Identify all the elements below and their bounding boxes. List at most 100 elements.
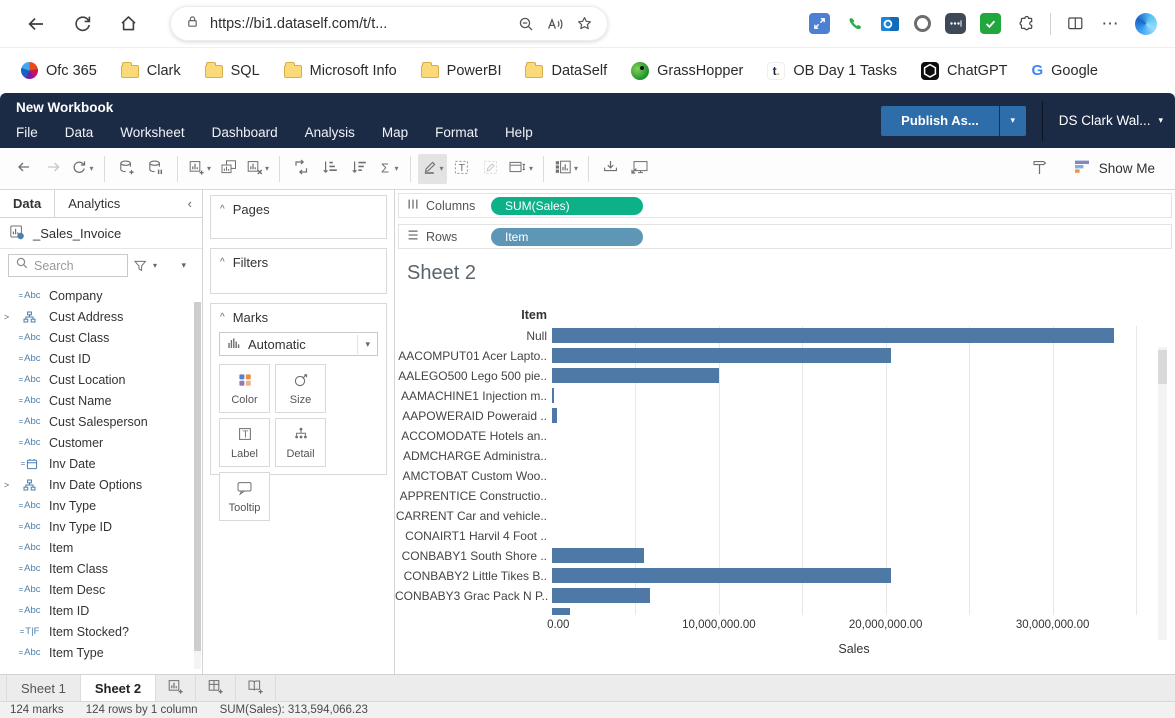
field-item-stocked[interactable]: =T|FItem Stocked? <box>0 621 202 642</box>
publish-as-label[interactable]: Publish As... <box>881 106 999 136</box>
menu-dashboard[interactable]: Dashboard <box>212 125 278 140</box>
fields-menu-icon[interactable]: ▾ <box>181 260 194 271</box>
field-item-class[interactable]: =AbcItem Class <box>0 558 202 579</box>
toolbar-show-hide-cards-button[interactable]: ▾ <box>551 154 581 184</box>
bar-partial[interactable] <box>552 608 570 615</box>
pages-shelf[interactable]: ^Pages <box>210 195 387 239</box>
search-box[interactable] <box>8 254 128 277</box>
row-label-aacomput01[interactable]: AACOMPUT01 Acer Lapto.. <box>395 346 550 366</box>
field-cust-class[interactable]: =AbcCust Class <box>0 327 202 348</box>
toolbar-sort-ascending-button[interactable] <box>316 154 345 184</box>
menu-analysis[interactable]: Analysis <box>305 125 355 140</box>
bookmark-chatgpt[interactable]: ChatGPT <box>912 58 1016 84</box>
bar[interactable] <box>552 588 650 603</box>
toolbar-presentation-mode-button[interactable] <box>625 154 654 184</box>
split-screen-icon[interactable] <box>1065 13 1086 34</box>
bookmark-grasshopper[interactable]: GrassHopper <box>622 58 752 84</box>
datasource-item[interactable]: _Sales_Invoice <box>0 218 202 249</box>
bookmark-dataself[interactable]: DataSelf <box>516 59 616 83</box>
outlook-icon[interactable] <box>879 13 900 34</box>
row-label-conbaby3[interactable]: CONBABY3 Grac Pack N P.. <box>395 586 550 606</box>
more-options-icon[interactable]: ⋯ <box>1100 13 1121 34</box>
collapse-icon[interactable]: ^ <box>220 312 225 323</box>
pill-sum-sales[interactable]: SUM(Sales) <box>491 197 643 215</box>
marks-label-button[interactable]: TLabel <box>219 418 270 467</box>
row-label-conbaby1[interactable]: CONBABY1 South Shore .. <box>395 546 550 566</box>
field-cust-location[interactable]: =AbcCust Location <box>0 369 202 390</box>
bookmark-clark[interactable]: Clark <box>112 59 190 83</box>
publish-dropdown-icon[interactable]: ▾ <box>999 106 1026 136</box>
tab-data[interactable]: Data <box>0 190 55 217</box>
toolbar-download-button[interactable] <box>596 154 625 184</box>
marks-detail-button[interactable]: Detail <box>275 418 326 467</box>
marks-color-button[interactable]: Color <box>219 364 270 413</box>
toolbar-redo-button[interactable] <box>39 154 68 184</box>
home-button[interactable] <box>110 7 146 41</box>
toolbar-new-worksheet-button[interactable]: ▾ <box>185 154 214 184</box>
bookmark-ofc-365[interactable]: Ofc 365 <box>12 58 106 83</box>
new-worksheet-tab-button[interactable] <box>156 675 196 701</box>
bar[interactable] <box>552 348 891 363</box>
filters-shelf[interactable]: ^Filters <box>210 248 387 294</box>
bar[interactable] <box>552 568 891 583</box>
new-dashboard-button[interactable] <box>196 675 236 701</box>
extensions-puzzle-icon[interactable] <box>1015 13 1036 34</box>
expand-icon[interactable]: > <box>0 480 13 490</box>
field-cust-name[interactable]: =AbcCust Name <box>0 390 202 411</box>
filter-fields-icon[interactable] <box>133 259 148 273</box>
field-cust-id[interactable]: =AbcCust ID <box>0 348 202 369</box>
zoom-out-icon[interactable] <box>518 16 534 32</box>
toolbar-show-mark-labels-button[interactable]: T <box>447 154 476 184</box>
row-label-apprentice[interactable]: APPRENTICE Constructio.. <box>395 486 550 506</box>
row-label-conairt1[interactable]: CONAIRT1 Harvil 4 Foot .. <box>395 526 550 546</box>
rows-shelf[interactable]: Rows Item <box>398 224 1172 249</box>
marks-size-button[interactable]: Size <box>275 364 326 413</box>
field-item-type[interactable]: =AbcItem Type <box>0 642 202 663</box>
field-item-id[interactable]: =AbcItem ID <box>0 600 202 621</box>
loop-ring-icon[interactable] <box>914 15 931 32</box>
share-signpost-button[interactable] <box>1025 154 1054 184</box>
toolbar-new-data-source-button[interactable] <box>112 154 141 184</box>
copilot-icon[interactable] <box>1135 13 1157 35</box>
field-inv-type[interactable]: =AbcInv Type <box>0 495 202 516</box>
field-item-desc[interactable]: =AbcItem Desc <box>0 579 202 600</box>
back-button[interactable] <box>18 7 54 41</box>
url-text[interactable]: https://bi1.dataself.com/t/t... <box>210 16 387 32</box>
menu-data[interactable]: Data <box>65 125 94 140</box>
read-aloud-icon[interactable] <box>546 16 564 32</box>
row-label-aapoweraid[interactable]: AAPOWERAID Poweraid .. <box>395 406 550 426</box>
bookmark-microsoft-info[interactable]: Microsoft Info <box>275 59 406 83</box>
password-dots-icon[interactable] <box>945 13 966 34</box>
row-label-aamachine1[interactable]: AAMACHINE1 Injection m.. <box>395 386 550 406</box>
data-pane-scrollbar[interactable] <box>194 302 201 669</box>
toolbar-fix-axes-button[interactable]: ▾ <box>505 154 536 184</box>
field-inv-date-options[interactable]: >Inv Date Options <box>0 474 202 495</box>
field-cust-salesperson[interactable]: =AbcCust Salesperson <box>0 411 202 432</box>
collapse-icon[interactable]: ^ <box>220 257 225 268</box>
bar[interactable] <box>552 328 1114 343</box>
sheet-tab-sheet-2[interactable]: Sheet 2 <box>81 675 156 701</box>
toolbar-clear-sheet-button[interactable]: ▾ <box>243 154 272 184</box>
collapse-pane-icon[interactable]: ‹ <box>188 190 202 217</box>
filter-caret-icon[interactable]: ▾ <box>153 261 157 270</box>
publish-as-button[interactable]: Publish As... ▾ <box>881 106 1026 136</box>
menu-worksheet[interactable]: Worksheet <box>120 125 184 140</box>
row-label-amctobat[interactable]: AMCTOBAT Custom Woo.. <box>395 466 550 486</box>
tab-analytics[interactable]: Analytics <box>55 190 133 217</box>
toolbar-annotate-button[interactable] <box>476 154 505 184</box>
mark-type-dropdown[interactable]: Automatic ▾ <box>219 332 378 356</box>
toolbar-pause-auto-updates-button[interactable] <box>141 154 170 184</box>
field-inv-date[interactable]: =Inv Date <box>0 453 202 474</box>
sheet-title[interactable]: Sheet 2 <box>407 262 476 285</box>
bookmark-google[interactable]: GGoogle <box>1022 58 1106 83</box>
menu-format[interactable]: Format <box>435 125 478 140</box>
columns-shelf[interactable]: Columns SUM(Sales) <box>398 193 1172 218</box>
favorite-star-icon[interactable] <box>576 15 593 32</box>
bar[interactable] <box>552 408 557 423</box>
toolbar-highlight-button[interactable]: ▾ <box>418 154 447 184</box>
toolbar-sort-descending-button[interactable] <box>345 154 374 184</box>
show-me-button[interactable]: Show Me <box>1074 159 1155 178</box>
chart-scrollbar[interactable] <box>1158 347 1167 640</box>
marks-tooltip-button[interactable]: Tooltip <box>219 472 270 521</box>
account-menu[interactable]: DS Clark Wal... ▾ <box>1059 113 1163 128</box>
